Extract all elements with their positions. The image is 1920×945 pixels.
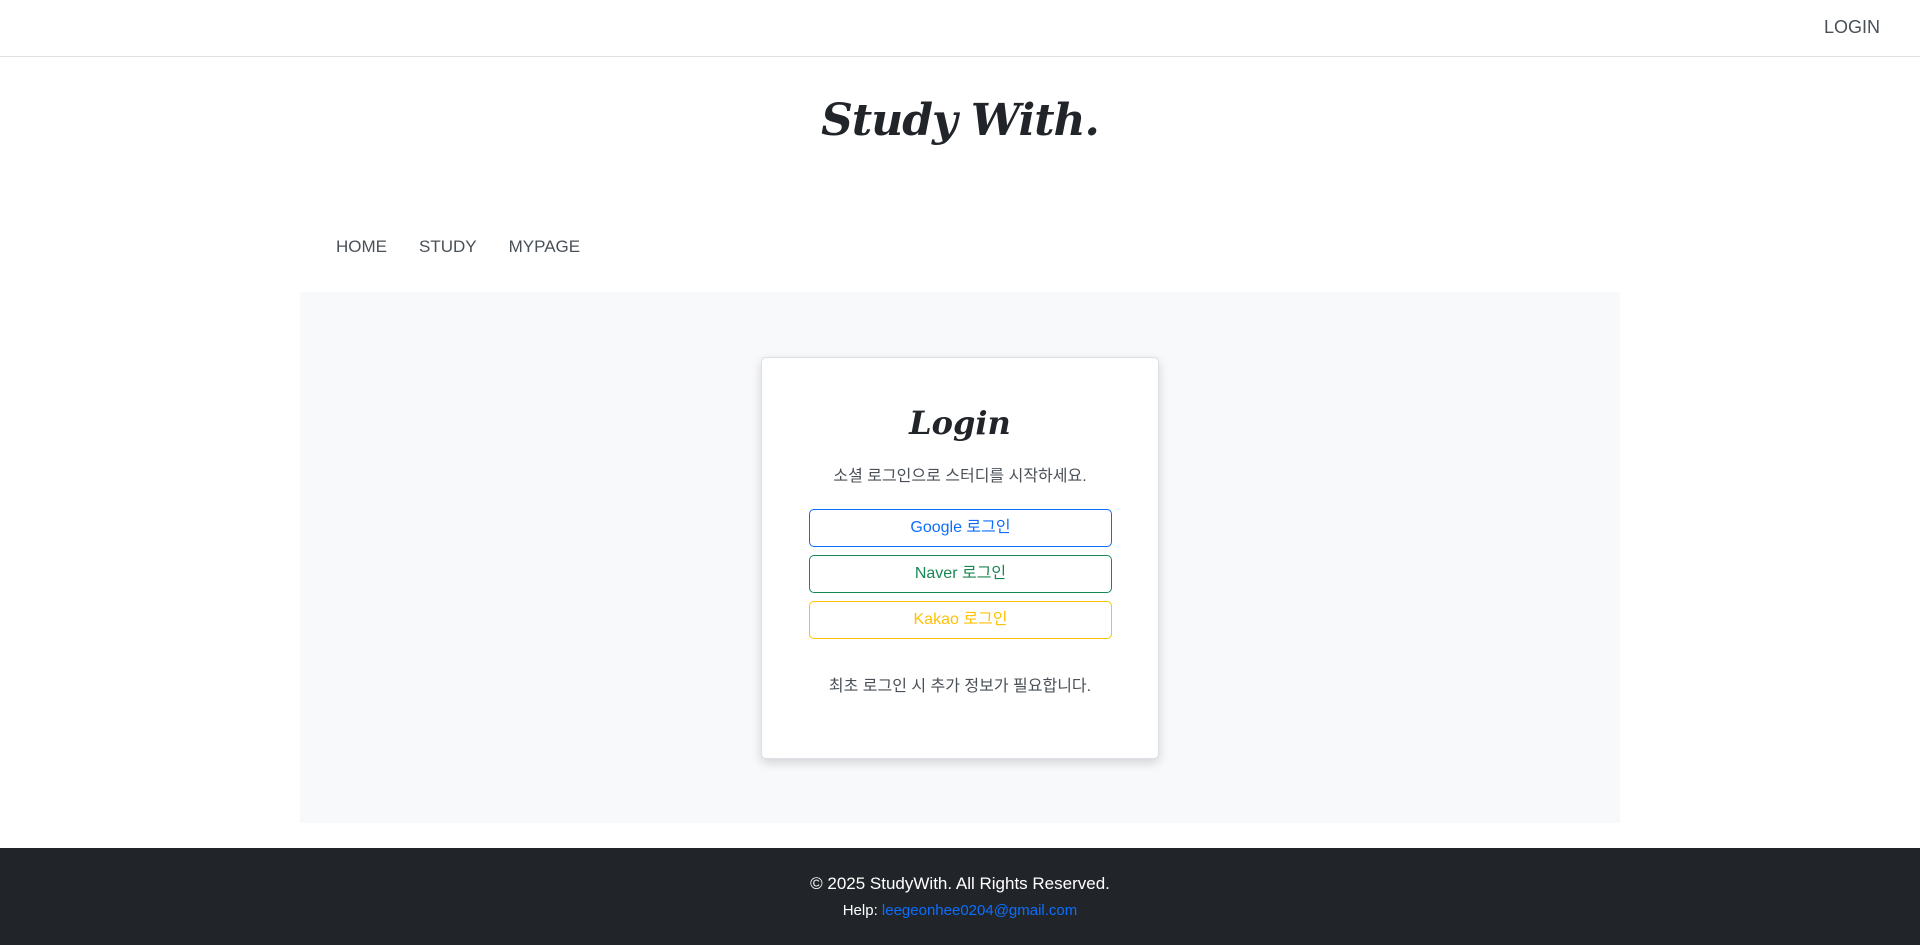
nav-item-mypage[interactable]: MYPAGE (509, 237, 580, 257)
top-bar: LOGIN (0, 0, 1920, 57)
site-logo[interactable]: Study With. (0, 95, 1920, 146)
help-email-link[interactable]: leegeonhee0204@gmail.com (882, 902, 1077, 919)
login-subtitle: 소셜 로그인으로 스터디를 시작하세요. (833, 468, 1087, 485)
first-login-note: 최초 로그인 시 추가 정보가 필요합니다. (828, 678, 1092, 695)
login-card: Login 소셜 로그인으로 스터디를 시작하세요. Google 로그인 Na… (761, 357, 1159, 759)
naver-login-button[interactable]: Naver 로그인 (809, 555, 1112, 593)
nav-item-study[interactable]: STUDY (419, 237, 477, 257)
login-title: Login (909, 404, 1011, 442)
main-content: Login 소셜 로그인으로 스터디를 시작하세요. Google 로그인 Na… (300, 292, 1620, 823)
google-login-button[interactable]: Google 로그인 (809, 509, 1112, 547)
nav-item-home[interactable]: HOME (336, 237, 387, 257)
login-link[interactable]: LOGIN (1824, 17, 1880, 38)
footer-copyright: © 2025 StudyWith. All Rights Reserved. (810, 874, 1110, 893)
kakao-login-button[interactable]: Kakao 로그인 (809, 601, 1112, 639)
main-nav: HOME STUDY MYPAGE (336, 237, 580, 257)
footer-help-label: Help: (842, 902, 882, 919)
footer: © 2025 StudyWith. All Rights Reserved. H… (0, 848, 1920, 945)
footer-help: Help: leegeonhee0204@gmail.com (0, 902, 1920, 919)
